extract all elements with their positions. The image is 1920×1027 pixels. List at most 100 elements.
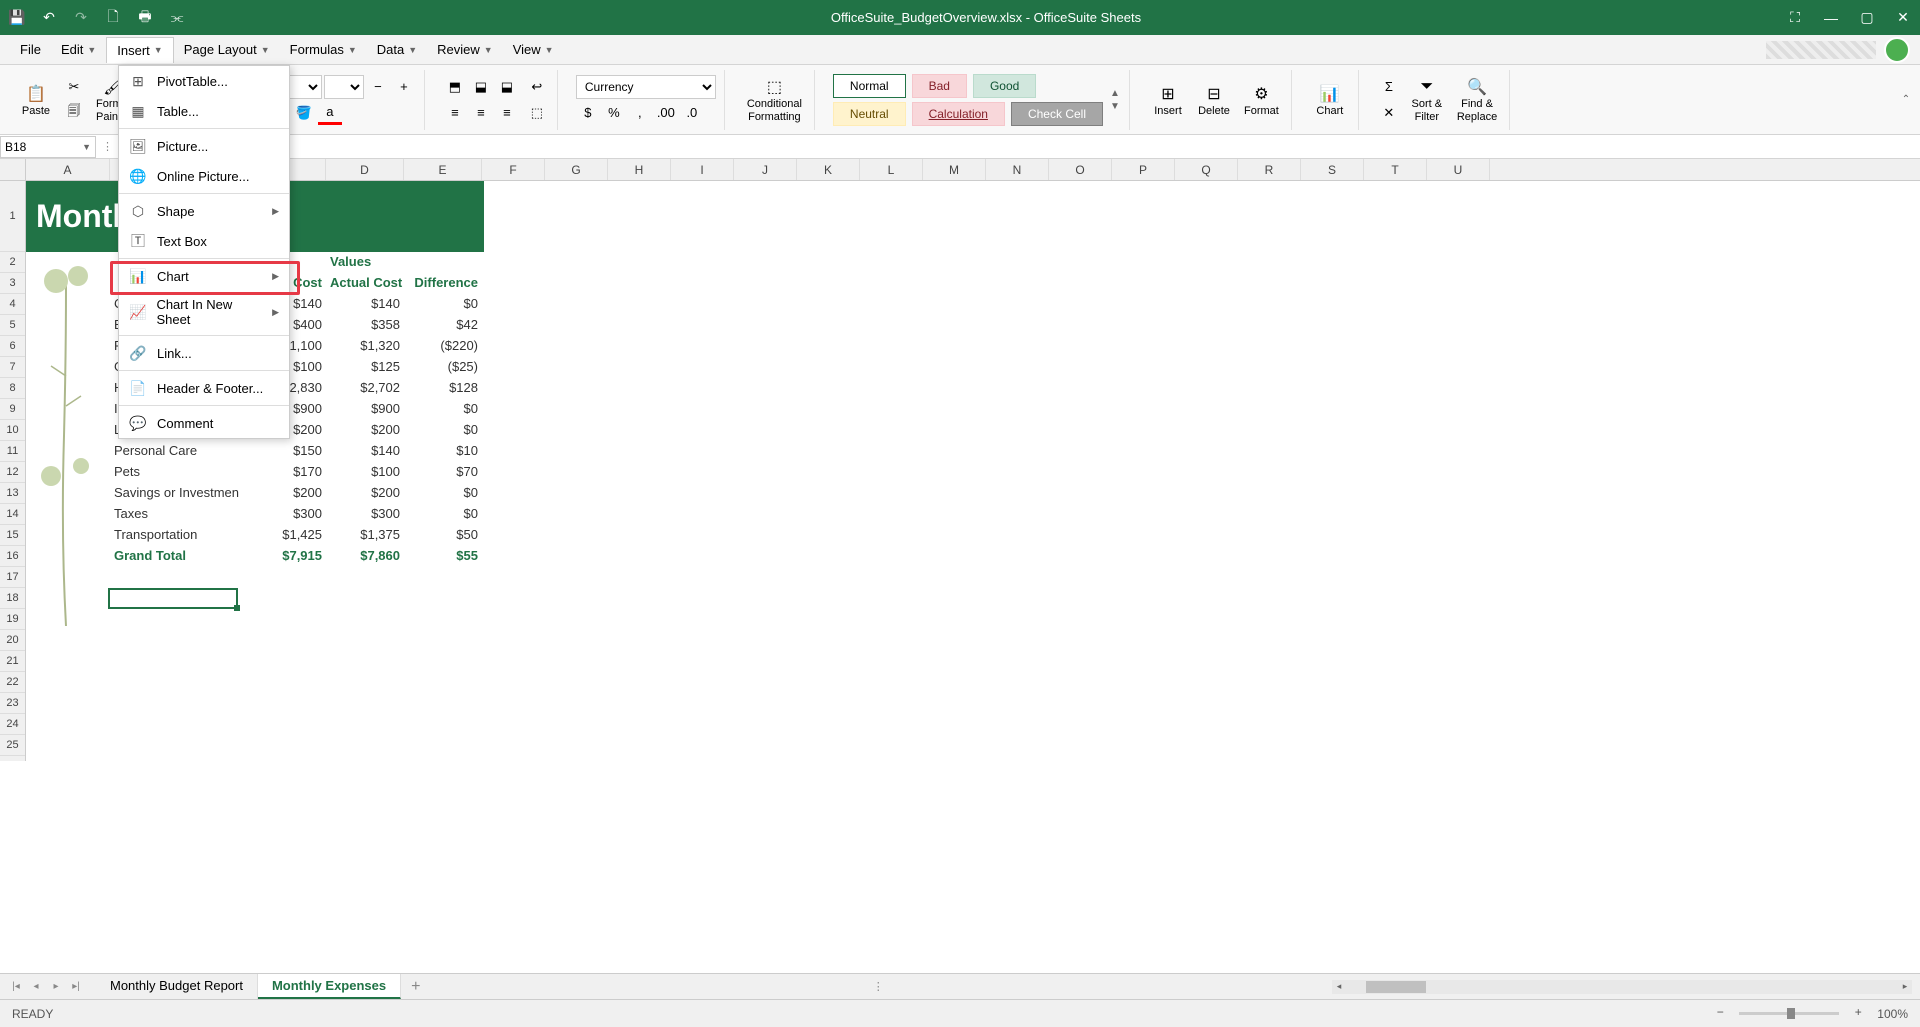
cell[interactable]: Actual Cost xyxy=(326,273,404,294)
increase-font-icon[interactable]: + xyxy=(392,75,416,99)
cell[interactable]: $125 xyxy=(326,357,404,378)
row-header[interactable]: 11 xyxy=(0,441,25,462)
percent-icon[interactable]: % xyxy=(602,101,626,125)
cell[interactable]: $2,702 xyxy=(326,378,404,399)
merge-cells-icon[interactable]: ⬚ xyxy=(525,101,549,125)
row-header[interactable]: 12 xyxy=(0,462,25,483)
menu-item-chart-in-new-sheet[interactable]: 📈Chart In New Sheet▶ xyxy=(119,291,289,333)
cell[interactable]: $140 xyxy=(326,294,404,315)
comma-icon[interactable]: , xyxy=(628,101,652,125)
column-header[interactable]: N xyxy=(986,159,1049,180)
formula-bar[interactable] xyxy=(119,136,1920,158)
chart-button[interactable]: 📊Chart xyxy=(1310,81,1350,119)
menu-item-comment[interactable]: 💬Comment xyxy=(119,408,289,438)
row-header[interactable]: 10 xyxy=(0,420,25,441)
cell-grid[interactable]: Monthl Valuesd CostActual CostDifference… xyxy=(26,181,1920,761)
row-header[interactable]: 22 xyxy=(0,672,25,693)
sheet-tab[interactable]: Monthly Budget Report xyxy=(96,974,258,999)
column-header[interactable]: D xyxy=(326,159,404,180)
cell[interactable]: $900 xyxy=(326,399,404,420)
cell[interactable]: Savings or Investmen xyxy=(110,483,240,504)
row-header[interactable]: 18 xyxy=(0,588,25,609)
column-header[interactable]: H xyxy=(608,159,671,180)
cell[interactable]: $0 xyxy=(404,483,482,504)
row-header[interactable]: 9 xyxy=(0,399,25,420)
zoom-slider[interactable] xyxy=(1739,1012,1839,1015)
cell[interactable]: Personal Care xyxy=(110,441,240,462)
styles-down-icon[interactable]: ▼ xyxy=(1109,101,1121,112)
row-header[interactable]: 3 xyxy=(0,273,25,294)
cell[interactable]: Grand Total xyxy=(110,546,240,567)
sort-filter-button[interactable]: ⏷Sort & Filter xyxy=(1407,74,1447,124)
cell[interactable]: Pets xyxy=(110,462,240,483)
wrap-text-icon[interactable]: ↩ xyxy=(525,75,549,99)
column-header[interactable]: T xyxy=(1364,159,1427,180)
select-all-corner[interactable] xyxy=(0,159,26,180)
close-icon[interactable]: ✕ xyxy=(1894,9,1912,27)
row-header[interactable]: 6 xyxy=(0,336,25,357)
increase-decimal-icon[interactable]: .00 xyxy=(654,101,678,125)
cell[interactable]: $358 xyxy=(326,315,404,336)
menu-item-online-picture[interactable]: 🌐Online Picture... xyxy=(119,161,289,191)
row-header[interactable]: 24 xyxy=(0,714,25,735)
menu-file[interactable]: File xyxy=(10,37,51,62)
fullscreen-icon[interactable]: ⛶ xyxy=(1786,9,1804,27)
cut-icon[interactable]: ✂ xyxy=(62,75,86,99)
align-right-icon[interactable]: ≡ xyxy=(495,101,519,125)
fill-color-icon[interactable]: 🪣 xyxy=(292,101,316,125)
menu-view[interactable]: View ▼ xyxy=(503,37,564,62)
tab-prev-icon[interactable]: ◂ xyxy=(28,979,44,995)
column-header[interactable]: A xyxy=(26,159,110,180)
find-replace-button[interactable]: 🔍Find & Replace xyxy=(1453,74,1501,124)
clear-icon[interactable]: ✕ xyxy=(1377,101,1401,125)
zoom-in-button[interactable]: + xyxy=(1849,1005,1867,1023)
menu-edit[interactable]: Edit ▼ xyxy=(51,37,106,62)
cell[interactable]: $170 xyxy=(240,462,326,483)
cell[interactable]: ($220) xyxy=(404,336,482,357)
style-normal[interactable]: Normal xyxy=(833,74,906,98)
align-top-icon[interactable]: ⬒ xyxy=(443,75,467,99)
column-header[interactable]: P xyxy=(1112,159,1175,180)
format-button[interactable]: ⚙Format xyxy=(1240,81,1283,119)
column-header[interactable]: R xyxy=(1238,159,1301,180)
cell[interactable]: $50 xyxy=(404,525,482,546)
font-color-icon[interactable]: a xyxy=(318,101,342,125)
new-doc-icon[interactable]: 🗋 xyxy=(104,9,122,27)
row-header[interactable]: 2 xyxy=(0,252,25,273)
column-header[interactable]: G xyxy=(545,159,608,180)
column-header[interactable]: U xyxy=(1427,159,1490,180)
cell[interactable]: $7,860 xyxy=(326,546,404,567)
horizontal-scrollbar[interactable]: ◂▸ xyxy=(1332,980,1912,994)
menu-insert[interactable]: Insert ▼ xyxy=(106,37,173,63)
collapse-ribbon-icon[interactable]: ⌃ xyxy=(1900,94,1912,105)
column-header[interactable]: I xyxy=(671,159,734,180)
cell[interactable]: Transportation xyxy=(110,525,240,546)
style-good[interactable]: Good xyxy=(973,74,1036,98)
cell[interactable]: $0 xyxy=(404,399,482,420)
autosum-icon[interactable]: Σ xyxy=(1377,75,1401,99)
menu-review[interactable]: Review ▼ xyxy=(427,37,503,62)
styles-up-icon[interactable]: ▲ xyxy=(1109,88,1121,99)
menu-item-chart[interactable]: 📊Chart▶ xyxy=(119,261,289,291)
zoom-out-button[interactable]: − xyxy=(1711,1005,1729,1023)
align-bottom-icon[interactable]: ⬓ xyxy=(495,75,519,99)
cell[interactable]: $200 xyxy=(326,483,404,504)
align-center-icon[interactable]: ≡ xyxy=(469,101,493,125)
row-header[interactable]: 19 xyxy=(0,609,25,630)
row-header[interactable]: 16 xyxy=(0,546,25,567)
style-bad[interactable]: Bad xyxy=(912,74,967,98)
cell[interactable]: Values xyxy=(326,252,482,273)
undo-icon[interactable]: ↶ xyxy=(40,9,58,27)
cell[interactable]: $0 xyxy=(404,504,482,525)
name-box[interactable]: B18 ▼ xyxy=(0,136,96,158)
style-check-cell[interactable]: Check Cell xyxy=(1011,102,1103,126)
cell[interactable]: $128 xyxy=(404,378,482,399)
style-calculation[interactable]: Calculation xyxy=(912,102,1005,126)
cell[interactable]: Difference xyxy=(404,273,482,294)
cell[interactable]: $200 xyxy=(326,420,404,441)
cell[interactable]: $70 xyxy=(404,462,482,483)
delete-button[interactable]: ⊟Delete xyxy=(1194,81,1234,119)
cell[interactable]: $0 xyxy=(404,294,482,315)
sheet-tab[interactable]: Monthly Expenses xyxy=(258,974,401,999)
cell[interactable]: $150 xyxy=(240,441,326,462)
